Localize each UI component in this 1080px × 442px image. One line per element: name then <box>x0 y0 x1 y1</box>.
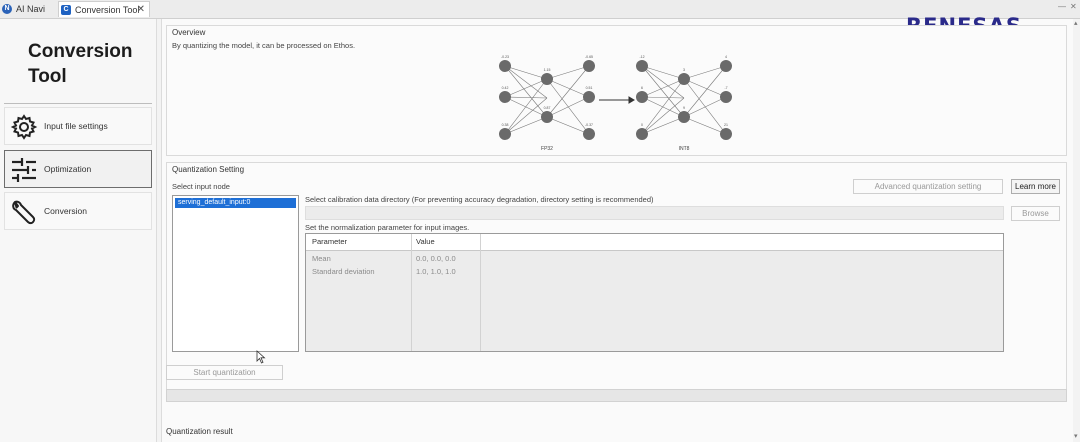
table-cell-value[interactable]: 0.0, 0.0, 0.0 <box>412 252 480 265</box>
tab-ai-navi[interactable]: N AI Navi <box>0 1 54 17</box>
sliders-icon <box>12 158 36 182</box>
int8-label: INT8 <box>679 146 690 152</box>
input-node-list[interactable]: serving_default_input:0 <box>172 195 299 352</box>
sidebar-item-label: Conversion <box>44 206 87 216</box>
start-quantization-button[interactable]: Start quantization <box>166 365 283 380</box>
diagram-node-label: -7 <box>724 86 727 90</box>
diagram-node-label: 21 <box>724 123 728 127</box>
diagram-node-label: -0.23 <box>501 55 509 59</box>
diagram-node-label: 3 <box>683 68 685 72</box>
table-cell-value[interactable]: 1.0, 1.0, 1.0 <box>412 265 480 278</box>
sidebar-divider <box>4 103 152 104</box>
column-header-value: Value <box>416 237 435 246</box>
tab-ai-navi-label: AI Navi <box>16 4 46 14</box>
overview-description: By quantizing the model, it can be proce… <box>172 41 356 50</box>
sidebar-item-label: Optimization <box>44 164 92 174</box>
diagram-node-label: 0.51 <box>586 86 593 90</box>
quantization-result-label: Quantization result <box>166 427 233 436</box>
scroll-up-icon[interactable]: ▴ <box>1074 19 1078 27</box>
diagram-node-label: 1.15 <box>544 68 551 72</box>
normalization-parameter-label: Set the normalization parameter for inpu… <box>305 223 470 232</box>
mouse-cursor-icon <box>256 350 266 364</box>
learn-more-button[interactable]: Learn more <box>1011 179 1060 194</box>
diagram-node-label: 6 <box>641 86 643 90</box>
sidebar-item-conversion[interactable]: Conversion <box>4 192 152 230</box>
app-title-line2: Tool <box>28 66 67 87</box>
diagram-node-label: 0 <box>641 123 643 127</box>
diagram-node-label: 0.87 <box>544 106 551 110</box>
diagram-node-label: 0.38 <box>502 123 509 127</box>
app-title-line1: Conversion <box>28 41 133 62</box>
calibration-directory-field[interactable] <box>305 206 1004 220</box>
table-cell-parameter: Mean <box>312 254 331 263</box>
tab-conversion-tool-label: Conversion Tool <box>75 5 140 15</box>
diagram-node-label: -0.37 <box>585 123 593 127</box>
browse-button[interactable]: Browse <box>1011 206 1060 221</box>
sidebar-item-label: Input file settings <box>44 121 108 131</box>
tab-conversion-tool[interactable]: C Conversion Tool ✕ <box>58 1 150 17</box>
column-header-parameter: Parameter <box>312 237 348 246</box>
diagram-node-label: 0.42 <box>502 86 509 90</box>
diagram-node-label: 9 <box>683 106 685 110</box>
wrench-icon <box>12 200 36 225</box>
advanced-quantization-setting-button[interactable]: Advanced quantization setting <box>853 179 1003 194</box>
gear-icon <box>10 114 38 140</box>
normalization-table: Parameter Value Mean 0.0, 0.0, 0.0 Stand… <box>305 233 1004 352</box>
ai-navi-icon: N <box>2 4 12 14</box>
fp32-label: FP32 <box>541 146 553 152</box>
table-cell-parameter: Standard deviation <box>312 267 375 276</box>
calibration-directory-label: Select calibration data directory (For p… <box>305 195 654 204</box>
quantization-diagram: -0.23 0.42 0.38 1.15 0.87 -0.65 0.51 -0.… <box>499 55 732 152</box>
select-input-node-label: Select input node <box>172 182 230 191</box>
sidebar-item-input-file-settings[interactable]: Input file settings <box>4 107 152 145</box>
sidebar-item-optimization[interactable]: Optimization <box>4 150 152 188</box>
overview-title: Overview <box>172 28 206 37</box>
diagram-node-label: -12 <box>639 55 644 59</box>
table-row: Mean 0.0, 0.0, 0.0 <box>306 252 1003 265</box>
close-window-button[interactable]: ✕ <box>1070 2 1077 11</box>
quantization-setting-title: Quantization Setting <box>172 165 245 174</box>
app-title: Conversion Tool <box>28 39 148 89</box>
table-row: Standard deviation 1.0, 1.0, 1.0 <box>306 265 1003 278</box>
conversion-tool-icon: C <box>61 5 71 15</box>
diagram-node-label: -0.65 <box>585 55 593 59</box>
quantization-progress-bar <box>166 389 1067 402</box>
input-node-item[interactable]: serving_default_input:0 <box>175 198 296 208</box>
diagram-node-label: 4 <box>725 55 727 59</box>
minimize-button[interactable]: — <box>1058 2 1066 11</box>
close-tab-icon[interactable]: ✕ <box>137 2 145 18</box>
scroll-down-icon[interactable]: ▾ <box>1074 432 1078 440</box>
sidebar: Conversion Tool Input file settings Opti… <box>0 19 157 442</box>
